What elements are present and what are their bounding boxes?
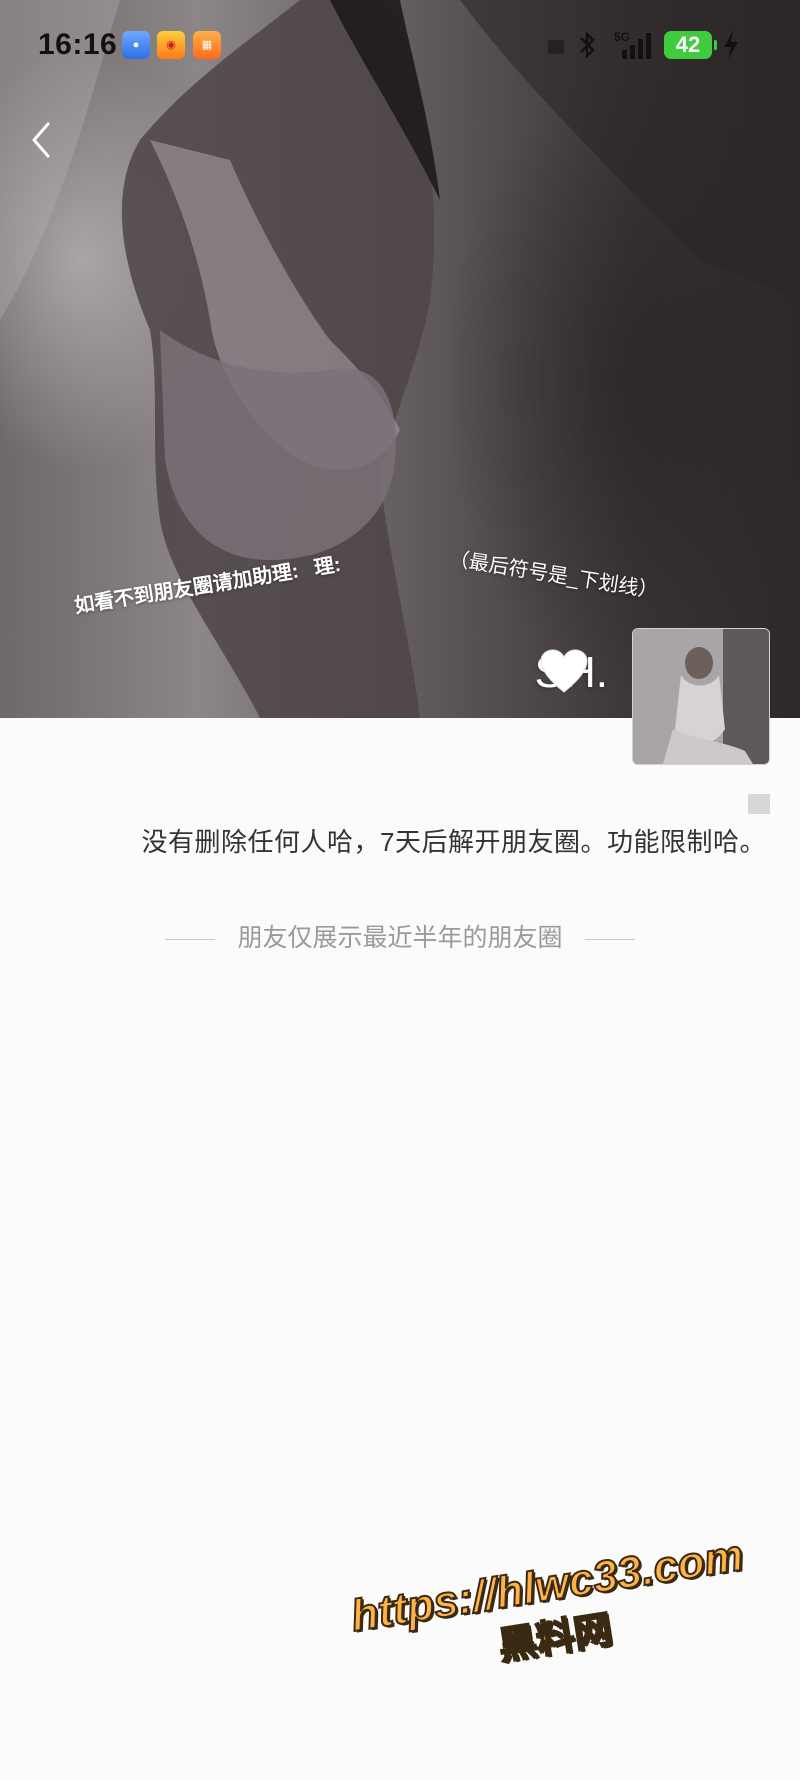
camera-privacy-icon	[548, 40, 564, 54]
avatar[interactable]	[632, 628, 770, 765]
profile-username[interactable]: SH.	[535, 648, 608, 698]
white-heart-icon	[540, 649, 588, 693]
visibility-notice-text: 朋友仅展示最近半年的朋友圈	[237, 924, 563, 952]
charging-icon	[724, 31, 738, 59]
overlay-watermark: https://hlwc33.com 黑料网	[326, 1527, 776, 1696]
moments-visibility-notice: 朋友仅展示最近半年的朋友圈	[0, 918, 800, 954]
profile-signature: 没有删除任何人哈，7天后解开朋友圈。功能限制哈。	[141, 827, 766, 857]
avatar-image	[633, 629, 769, 764]
cover-photo[interactable]: 16:16 ● ◉ ▦ 5G 42 如看不到朋友圈请加助理: 理: （最后符号是…	[0, 0, 800, 718]
bluetooth-icon	[580, 30, 595, 60]
status-time: 16:16	[38, 28, 118, 61]
battery-indicator: 42	[664, 31, 717, 59]
divider-left	[165, 938, 216, 940]
chevron-left-icon	[32, 122, 50, 158]
cover-caption-left-fragment: 理:	[312, 553, 343, 580]
app-weibo-icon: ◉	[157, 31, 185, 59]
signal-icon	[622, 33, 651, 59]
app-baidu-icon: ●	[122, 31, 150, 59]
back-button[interactable]	[24, 118, 64, 162]
signature-decoration	[748, 794, 770, 814]
app-books-icon: ▦	[193, 31, 221, 59]
moments-page: 16:16 ● ◉ ▦ 5G 42 如看不到朋友圈请加助理: 理: （最后符号是…	[0, 0, 800, 1780]
status-bar: 16:16 ● ◉ ▦ 5G 42	[0, 0, 800, 90]
divider-right	[584, 938, 635, 940]
